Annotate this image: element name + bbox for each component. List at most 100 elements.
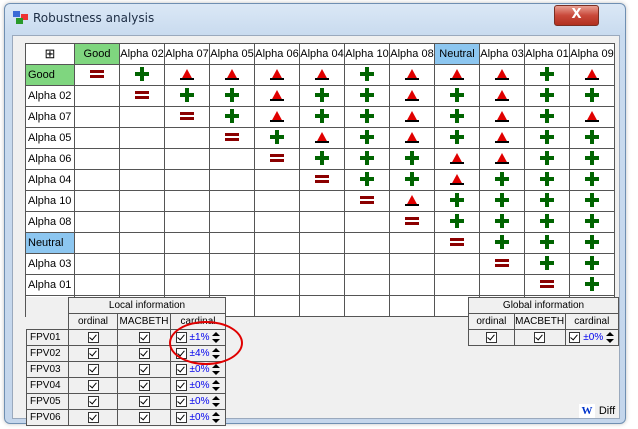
matrix-cell[interactable] — [569, 169, 615, 191]
matrix-cell[interactable] — [74, 253, 120, 275]
matrix-cell[interactable] — [254, 85, 300, 107]
matrix-cell[interactable] — [434, 64, 480, 86]
cardinal-value[interactable]: ±0% — [190, 396, 210, 407]
matrix-cell[interactable] — [569, 85, 615, 107]
ordinal-checkbox-cell[interactable] — [68, 345, 118, 362]
matrix-cell[interactable] — [479, 106, 525, 128]
row-header[interactable]: Good — [25, 64, 75, 86]
checkbox-icon[interactable] — [175, 364, 187, 375]
matrix-cell[interactable] — [524, 211, 570, 233]
column-header[interactable]: Alpha 06 — [254, 43, 300, 65]
matrix-cell[interactable] — [299, 253, 345, 275]
column-header[interactable]: Neutral — [434, 43, 480, 65]
global-ordinal-checkbox[interactable] — [468, 329, 515, 346]
row-header[interactable]: Alpha 10 — [25, 190, 75, 212]
matrix-cell[interactable] — [569, 211, 615, 233]
matrix-cell[interactable] — [209, 64, 255, 86]
column-header[interactable]: Alpha 01 — [524, 43, 570, 65]
matrix-cell[interactable] — [119, 274, 165, 296]
matrix-cell[interactable] — [119, 106, 165, 128]
global-cardinal-value[interactable]: ±0% — [583, 332, 603, 343]
matrix-cell[interactable] — [209, 253, 255, 275]
matrix-cell[interactable] — [254, 253, 300, 275]
matrix-cell[interactable] — [299, 211, 345, 233]
matrix-cell[interactable] — [344, 253, 390, 275]
matrix-cell[interactable] — [389, 274, 435, 296]
matrix-cell[interactable] — [119, 148, 165, 170]
matrix-cell[interactable] — [164, 190, 210, 212]
macbeth-checkbox-cell[interactable] — [117, 393, 171, 410]
matrix-cell[interactable] — [344, 85, 390, 107]
checkbox-icon[interactable] — [138, 331, 150, 343]
matrix-cell[interactable] — [119, 85, 165, 107]
matrix-cell[interactable] — [344, 211, 390, 233]
matrix-cell[interactable] — [524, 148, 570, 170]
matrix-cell[interactable] — [254, 211, 300, 233]
checkbox-icon[interactable] — [569, 332, 581, 343]
matrix-cell[interactable] — [299, 106, 345, 128]
matrix-cell[interactable] — [479, 253, 525, 275]
column-header[interactable]: Good — [74, 43, 120, 65]
matrix-cell[interactable] — [209, 169, 255, 191]
ordinal-checkbox-cell[interactable] — [68, 377, 118, 394]
checkbox-icon[interactable] — [534, 331, 546, 343]
matrix-cell[interactable] — [254, 232, 300, 254]
cardinal-value[interactable]: ±0% — [190, 364, 210, 375]
matrix-cell[interactable] — [524, 274, 570, 296]
matrix-cell[interactable] — [254, 190, 300, 212]
matrix-cell[interactable] — [569, 148, 615, 170]
matrix-cell[interactable] — [209, 106, 255, 128]
macbeth-checkbox-cell[interactable] — [117, 377, 171, 394]
column-header[interactable]: Alpha 08 — [389, 43, 435, 65]
matrix-cell[interactable] — [389, 85, 435, 107]
ordinal-checkbox-cell[interactable] — [68, 329, 118, 346]
column-header[interactable]: Alpha 04 — [299, 43, 345, 65]
ordinal-checkbox-cell[interactable] — [68, 409, 118, 426]
matrix-cell[interactable] — [434, 253, 480, 275]
matrix-cell[interactable] — [569, 127, 615, 149]
matrix-cell[interactable] — [164, 253, 210, 275]
matrix-cell[interactable] — [74, 190, 120, 212]
matrix-cell[interactable] — [164, 64, 210, 86]
matrix-cell[interactable] — [254, 169, 300, 191]
matrix-cell[interactable] — [434, 274, 480, 296]
matrix-cell[interactable] — [479, 85, 525, 107]
matrix-cell[interactable] — [119, 253, 165, 275]
matrix-cell[interactable] — [344, 127, 390, 149]
matrix-cell[interactable] — [299, 295, 345, 317]
matrix-cell[interactable] — [389, 190, 435, 212]
matrix-cell[interactable] — [209, 85, 255, 107]
matrix-cell[interactable] — [74, 274, 120, 296]
matrix-cell[interactable] — [524, 85, 570, 107]
matrix-cell[interactable] — [164, 169, 210, 191]
spin-arrows-icon[interactable] — [212, 411, 221, 424]
checkbox-icon[interactable] — [138, 347, 150, 359]
diff-button[interactable]: Diff — [597, 402, 617, 420]
checkbox-icon[interactable] — [138, 379, 150, 391]
matrix-cell[interactable] — [344, 106, 390, 128]
matrix-cell[interactable] — [74, 127, 120, 149]
matrix-cell[interactable] — [524, 232, 570, 254]
row-header[interactable]: Alpha 01 — [25, 274, 75, 296]
matrix-cell[interactable] — [569, 274, 615, 296]
matrix-cell[interactable] — [299, 148, 345, 170]
checkbox-icon[interactable] — [138, 411, 150, 423]
matrix-cell[interactable] — [164, 85, 210, 107]
matrix-cell[interactable] — [434, 232, 480, 254]
matrix-cell[interactable] — [209, 274, 255, 296]
checkbox-icon[interactable] — [87, 331, 99, 343]
row-header[interactable]: Alpha 05 — [25, 127, 75, 149]
matrix-cell[interactable] — [344, 274, 390, 296]
row-header[interactable]: Alpha 02 — [25, 85, 75, 107]
ordinal-checkbox-cell[interactable] — [68, 361, 118, 378]
row-header[interactable]: Alpha 04 — [25, 169, 75, 191]
checkbox-icon[interactable] — [87, 363, 99, 375]
matrix-cell[interactable] — [119, 127, 165, 149]
row-header[interactable]: Alpha 07 — [25, 106, 75, 128]
matrix-cell[interactable] — [164, 127, 210, 149]
close-button[interactable]: X — [554, 5, 599, 26]
checkbox-icon[interactable] — [87, 395, 99, 407]
ordinal-checkbox-cell[interactable] — [68, 393, 118, 410]
matrix-cell[interactable] — [434, 211, 480, 233]
matrix-cell[interactable] — [479, 148, 525, 170]
